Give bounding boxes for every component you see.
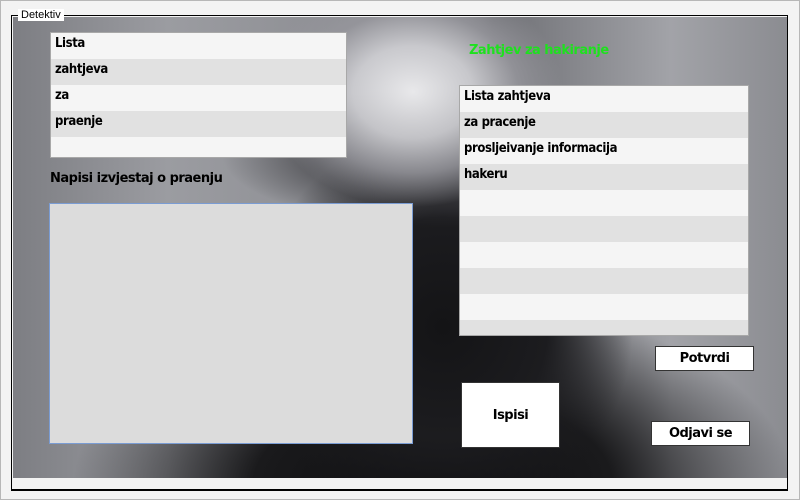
report-label: Napisi izvjestaj o praenju [50, 171, 223, 186]
list-item[interactable]: Lista [51, 33, 346, 59]
list-item[interactable]: hakeru [460, 164, 748, 190]
list-item[interactable]: za pracenje [460, 112, 748, 138]
list-item[interactable] [460, 190, 748, 216]
list-item[interactable]: za [51, 85, 346, 111]
report-textarea[interactable] [49, 203, 413, 444]
left-request-list[interactable]: Lista zahtjeva za praenje [50, 32, 347, 158]
window-title: Detektiv [18, 9, 64, 21]
list-item[interactable]: prosljeivanje informacija [460, 138, 748, 164]
hack-request-label: Zahtjev za hakiranje [469, 43, 609, 58]
print-button[interactable]: Ispisi [461, 382, 560, 448]
list-item[interactable]: Lista zahtjeva [460, 86, 748, 112]
logout-button[interactable]: Odjavi se [651, 421, 750, 446]
right-request-list[interactable]: Lista zahtjeva za pracenje prosljeivanje i… [459, 85, 749, 336]
list-item[interactable] [460, 216, 748, 242]
list-item[interactable] [460, 268, 748, 294]
list-item[interactable]: praenje [51, 111, 346, 137]
list-item[interactable]: zahtjeva [51, 59, 346, 85]
list-item[interactable] [460, 320, 748, 335]
confirm-button[interactable]: Potvrdi [655, 346, 754, 371]
list-item[interactable] [51, 137, 346, 157]
list-item[interactable] [460, 242, 748, 268]
list-item[interactable] [460, 294, 748, 320]
